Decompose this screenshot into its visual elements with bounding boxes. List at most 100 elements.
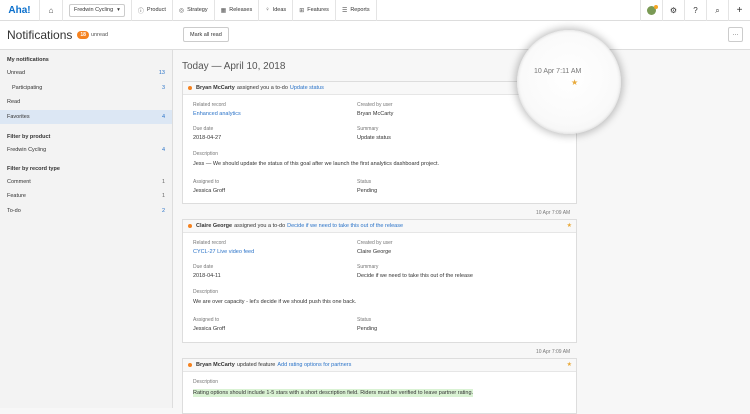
nav-releases[interactable]: ▦ Releases xyxy=(215,0,260,21)
star-icon[interactable]: ★ xyxy=(567,361,572,368)
field-label: Assigned to xyxy=(193,317,220,323)
sidebar-item-label: Participating xyxy=(12,84,43,91)
sidebar-item-count: 4 xyxy=(161,147,165,154)
top-right-actions: ⚙ ? ⌕ + xyxy=(640,0,750,21)
due-date-value: 2018-04-27 xyxy=(193,135,222,141)
record-link[interactable]: Update status xyxy=(290,85,324,91)
my-notifications-heading: My notifications xyxy=(7,57,49,63)
sidebar-item-unread[interactable]: Unread 13 xyxy=(0,66,172,81)
field-label: Description xyxy=(193,151,219,157)
star-icon[interactable]: ★ xyxy=(567,222,572,229)
related-record-link[interactable]: CYCL-27 Live video feed xyxy=(193,249,254,255)
grid-icon: ⊞ xyxy=(299,7,305,14)
field-label: Description xyxy=(193,379,219,385)
record-link[interactable]: Add rating options for partners xyxy=(277,362,351,368)
unread-count-badge: 18 xyxy=(77,31,89,39)
sidebar-item-comment[interactable]: Comment 1 xyxy=(0,175,172,190)
avatar xyxy=(647,5,658,15)
field-label: Created by user xyxy=(357,102,393,108)
summary-value: Decide if we need to take this out of th… xyxy=(357,273,473,279)
sidebar-item-label: Fredwin Cycling xyxy=(7,147,47,154)
notification-timestamp: 10 Apr 7:09 AM xyxy=(536,349,571,355)
search-icon[interactable]: ⌕ xyxy=(706,0,728,21)
notification-header: Claire George assigned you a to-do Decid… xyxy=(183,220,576,233)
nav-features[interactable]: ⊞ Features xyxy=(293,0,336,21)
nav-label: Ideas xyxy=(272,7,287,13)
nav-strategy[interactable]: ◎ Strategy xyxy=(173,0,215,21)
unread-dot xyxy=(188,363,192,367)
notification-card[interactable]: Claire George assigned you a to-do Decid… xyxy=(182,219,577,343)
assigned-to-value: Jessica Groff xyxy=(193,326,225,332)
notifications-sidebar: My notifications Unread 13 Participating… xyxy=(0,50,173,408)
field-label: Due date xyxy=(193,264,214,270)
notification-card[interactable]: Bryan McCarty assigned you a to-do Updat… xyxy=(182,81,577,204)
day-title: Today — April 10, 2018 xyxy=(182,61,286,72)
page-header: Notifications 18 unread Mark all read ··… xyxy=(0,21,750,50)
sidebar-item-label: Read xyxy=(7,99,21,106)
caret-down-icon: ▾ xyxy=(117,7,120,13)
magnifier-callout: 10 Apr 7:11 AM ★ xyxy=(517,30,621,134)
nav-label: Features xyxy=(307,7,329,13)
workspace-selector[interactable]: Fredwin Cycling ▾ xyxy=(69,3,125,17)
actor-name: Bryan McCarty xyxy=(196,85,235,91)
unread-dot xyxy=(188,86,192,90)
sidebar-item-fredwin-cycling[interactable]: Fredwin Cycling 4 xyxy=(0,143,172,158)
field-label: Related record xyxy=(193,240,226,246)
notifications-feed: Today — April 10, 2018 Bryan McCarty ass… xyxy=(173,30,750,414)
description-value: We are over capacity - let's decide if w… xyxy=(193,299,357,305)
sidebar-item-feature[interactable]: Feature 1 xyxy=(0,189,172,204)
sidebar-item-to-do[interactable]: To-do 2 xyxy=(0,204,172,219)
created-by-value: Claire George xyxy=(357,249,392,255)
field-label: Summary xyxy=(357,126,379,132)
status-value: Pending xyxy=(357,326,378,332)
sidebar-item-label: Comment xyxy=(7,178,31,185)
sidebar-item-count: 2 xyxy=(161,207,165,214)
home-icon[interactable]: ⌂ xyxy=(40,0,63,21)
user-avatar-button[interactable] xyxy=(640,0,662,21)
field-label: Description xyxy=(193,289,219,295)
top-navigation-bar: Aha! ⌂ Fredwin Cycling ▾ ⓘ Product ◎ Str… xyxy=(0,0,750,21)
workspace-name: Fredwin Cycling xyxy=(74,7,114,13)
add-icon[interactable]: + xyxy=(728,0,750,21)
description-value-highlighted: Rating options should include 1-5 stars … xyxy=(193,389,474,397)
star-icon: ★ xyxy=(571,78,579,87)
calendar-icon: ▦ xyxy=(220,7,227,14)
nav-ideas[interactable]: ♀ Ideas xyxy=(259,0,294,21)
more-options-button[interactable]: ··· xyxy=(728,27,743,42)
notification-card[interactable]: Bryan McCarty updated feature Add rating… xyxy=(182,358,577,414)
field-label: Created by user xyxy=(357,240,393,246)
action-text: assigned you a to-do xyxy=(234,223,286,229)
nav-label: Product xyxy=(146,7,166,13)
aha-logo[interactable]: Aha! xyxy=(0,0,40,21)
notification-header: Bryan McCarty updated feature Add rating… xyxy=(183,359,576,372)
notification-timestamp: 10 Apr 7:09 AM xyxy=(536,210,571,216)
nav-label: Strategy xyxy=(187,7,208,13)
filter-by-record-type-heading: Filter by record type xyxy=(7,165,60,172)
actor-name: Claire George xyxy=(196,223,233,229)
sidebar-item-count: 4 xyxy=(161,113,165,120)
created-by-value: Bryan McCarty xyxy=(357,111,394,117)
lightbulb-icon: ♀ xyxy=(265,7,270,13)
sidebar-item-read[interactable]: Read xyxy=(0,95,172,110)
sidebar-item-label: Unread xyxy=(7,70,26,77)
sidebar-item-label: Feature xyxy=(7,193,26,200)
nav-product[interactable]: ⓘ Product xyxy=(130,0,173,21)
sidebar-item-participating[interactable]: Participating 3 xyxy=(0,81,172,96)
summary-value: Update status xyxy=(357,135,391,141)
related-record-link[interactable]: Enhanced analytics xyxy=(193,111,241,117)
field-label: Related record xyxy=(193,102,226,108)
report-icon: ☰ xyxy=(341,7,348,14)
mark-all-read-button[interactable]: Mark all read xyxy=(183,27,229,42)
help-icon[interactable]: ? xyxy=(684,0,706,21)
gear-icon[interactable]: ⚙ xyxy=(662,0,684,21)
unread-label: unread xyxy=(90,32,109,38)
due-date-value: 2018-04-11 xyxy=(193,273,221,279)
sidebar-item-count: 3 xyxy=(161,84,165,91)
unread-dot xyxy=(188,224,192,228)
nav-reports[interactable]: ☰ Reports xyxy=(336,0,377,21)
filter-by-product-heading: Filter by product xyxy=(7,134,51,140)
record-link[interactable]: Decide if we need to take this out of th… xyxy=(287,223,403,229)
page-title: Notifications xyxy=(7,28,73,42)
sidebar-item-favorites[interactable]: Favorites 4 xyxy=(0,109,172,124)
field-label: Assigned to xyxy=(193,179,220,185)
